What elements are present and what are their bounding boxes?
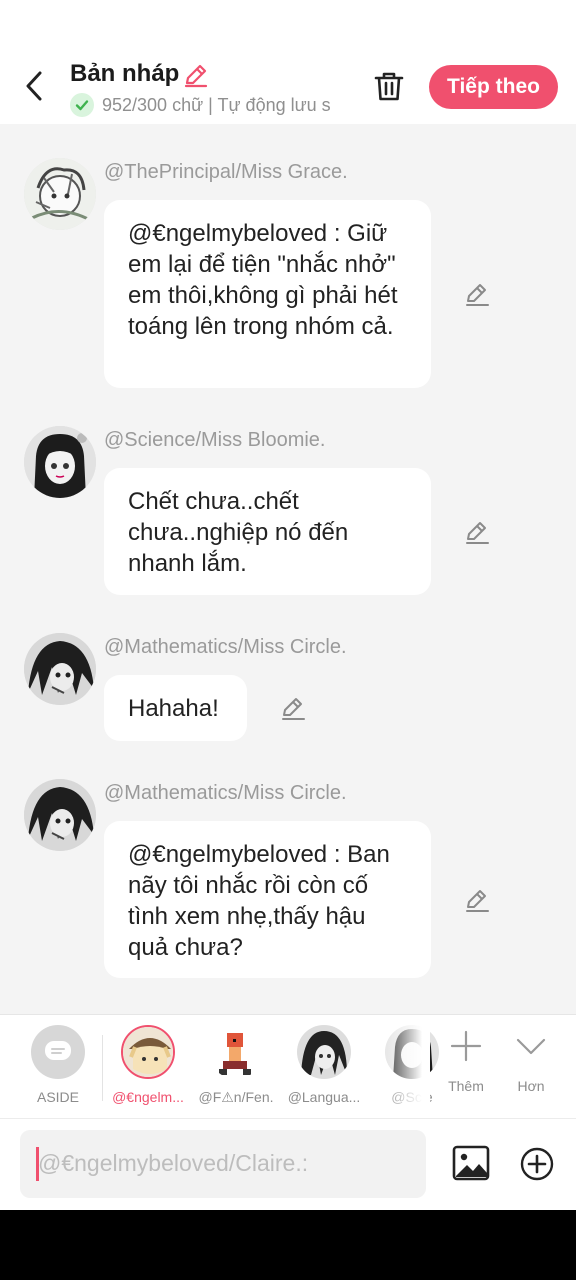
input-bar: @€ngelmybeloved/Claire.: [0, 1118, 576, 1210]
divider [102, 1035, 103, 1101]
back-arrow-icon[interactable] [20, 68, 50, 104]
username: @Mathematics/Miss Circle. [104, 636, 347, 658]
avatar [209, 1025, 263, 1079]
avatar [297, 1025, 351, 1079]
username: @Mathematics/Miss Circle. [104, 782, 347, 804]
word-count: 952/300 chữ [102, 94, 204, 115]
edit-icon[interactable] [463, 280, 491, 308]
character-fen[interactable]: @F⚠n/Fen. [196, 1025, 276, 1106]
header: Bản nháp 952/300 chữ | Tự động lưu s Tiế… [0, 50, 576, 124]
next-button[interactable]: Tiếp theo [429, 65, 558, 109]
save-status: 952/300 chữ | Tự động lưu s [70, 92, 348, 118]
character-label: @Langua... [287, 1089, 361, 1105]
message-bubble[interactable]: Chết chưa..chết chưa..nghiệp nó đến nhan… [104, 468, 431, 595]
avatar [121, 1025, 175, 1079]
plus-icon [450, 1030, 482, 1062]
message-feed[interactable]: @ThePrincipal/Miss Grace. @€ngelmybelove… [0, 124, 576, 1014]
input-placeholder: @€ngelmybeloved/Claire.: [38, 1150, 309, 1176]
page-title: Bản nháp [70, 60, 180, 87]
username: @Science/Miss Bloomie. [104, 429, 326, 451]
edit-icon[interactable] [279, 694, 307, 722]
character-bar: ASIDE @€ngelm... @F⚠n/Fen. @Langua... @S… [0, 1014, 576, 1118]
character-label: ASIDE [36, 1089, 79, 1105]
scroll-fade [378, 1015, 430, 1118]
message-input[interactable]: @€ngelmybeloved/Claire.: [20, 1130, 426, 1198]
avatar[interactable] [24, 426, 96, 498]
trash-icon[interactable] [372, 69, 406, 103]
edit-icon[interactable] [463, 886, 491, 914]
check-icon [70, 93, 94, 117]
character-label: @F⚠n/Fen. [198, 1089, 274, 1105]
character-label: @€ngelm... [112, 1089, 184, 1105]
message-bubble[interactable]: Hahaha! [104, 675, 247, 741]
autosave-text: | Tự động lưu s [208, 94, 331, 115]
avatar[interactable] [24, 633, 96, 705]
message-bubble[interactable]: @€ngelmybeloved : Ban nãy tôi nhắc rồi c… [104, 821, 431, 978]
message-bubble[interactable]: @€ngelmybeloved : Giữ em lại để tiện "nh… [104, 200, 431, 388]
add-circle-icon[interactable] [520, 1147, 554, 1181]
edit-title-icon[interactable] [182, 61, 210, 89]
status-bar [0, 0, 576, 50]
avatar[interactable] [24, 158, 96, 230]
more-label: Hơn [517, 1078, 545, 1094]
chevron-down-icon [516, 1038, 546, 1055]
edit-icon[interactable] [463, 518, 491, 546]
add-character-button[interactable]: Thêm [438, 1029, 494, 1094]
username: @ThePrincipal/Miss Grace. [104, 161, 348, 183]
system-nav-bar [0, 1210, 576, 1280]
character-aside[interactable]: ASIDE [18, 1025, 98, 1105]
character-language[interactable]: @Langua... [284, 1025, 364, 1105]
image-icon[interactable] [452, 1144, 490, 1182]
chat-bubble-icon [31, 1025, 85, 1079]
add-label: Thêm [448, 1078, 484, 1094]
more-button[interactable]: Hơn [503, 1029, 559, 1094]
character-engelmybeloved[interactable]: @€ngelm... [108, 1025, 188, 1105]
avatar[interactable] [24, 779, 96, 851]
